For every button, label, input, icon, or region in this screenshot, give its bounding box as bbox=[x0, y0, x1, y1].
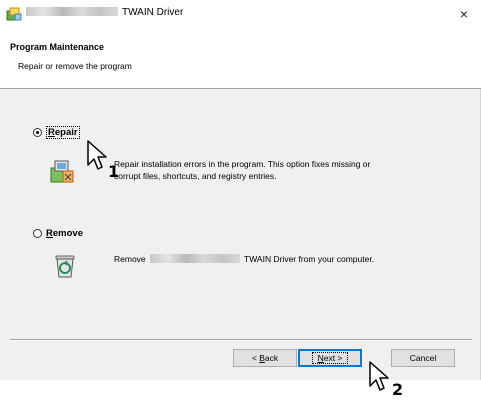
callout-number-1: 1 bbox=[108, 162, 120, 181]
window-title: TWAIN Driver bbox=[26, 7, 183, 18]
cancel-button[interactable]: Cancel bbox=[391, 349, 455, 367]
page-subtitle: Repair or remove the program bbox=[18, 61, 132, 71]
remove-option[interactable]: Remove bbox=[33, 228, 83, 239]
title-bar: TWAIN Driver × bbox=[0, 0, 481, 28]
repair-description: Repair installation errors in the progra… bbox=[114, 159, 371, 181]
footer-divider bbox=[10, 339, 472, 341]
close-button[interactable]: × bbox=[451, 4, 477, 24]
repair-label[interactable]: Repair bbox=[46, 126, 80, 139]
installer-app-icon bbox=[6, 7, 22, 21]
pointer-cursor-icon-2 bbox=[369, 361, 389, 391]
next-button[interactable]: Next > bbox=[298, 349, 362, 367]
repair-option[interactable]: Repair bbox=[33, 126, 80, 139]
callout-number-2: 2 bbox=[392, 380, 404, 399]
back-button[interactable]: < Back bbox=[233, 349, 297, 367]
remove-radio[interactable] bbox=[33, 229, 42, 238]
page-title: Program Maintenance bbox=[10, 42, 105, 52]
remove-label[interactable]: Remove bbox=[46, 228, 83, 239]
recycle-bin-icon bbox=[55, 255, 75, 278]
dialog-header: Program Maintenance Repair or remove the… bbox=[0, 28, 481, 89]
remove-description: Remove TWAIN Driver from your computer. bbox=[114, 254, 375, 264]
window-title-text: TWAIN Driver bbox=[122, 7, 184, 18]
pointer-cursor-icon bbox=[87, 140, 107, 170]
repair-radio[interactable] bbox=[33, 128, 42, 137]
redacted-product-name-2 bbox=[150, 254, 241, 263]
repair-package-icon bbox=[50, 160, 74, 183]
setup-dialog: TWAIN Driver × Program Maintenance Repai… bbox=[0, 0, 481, 380]
redacted-product-name bbox=[26, 7, 118, 16]
